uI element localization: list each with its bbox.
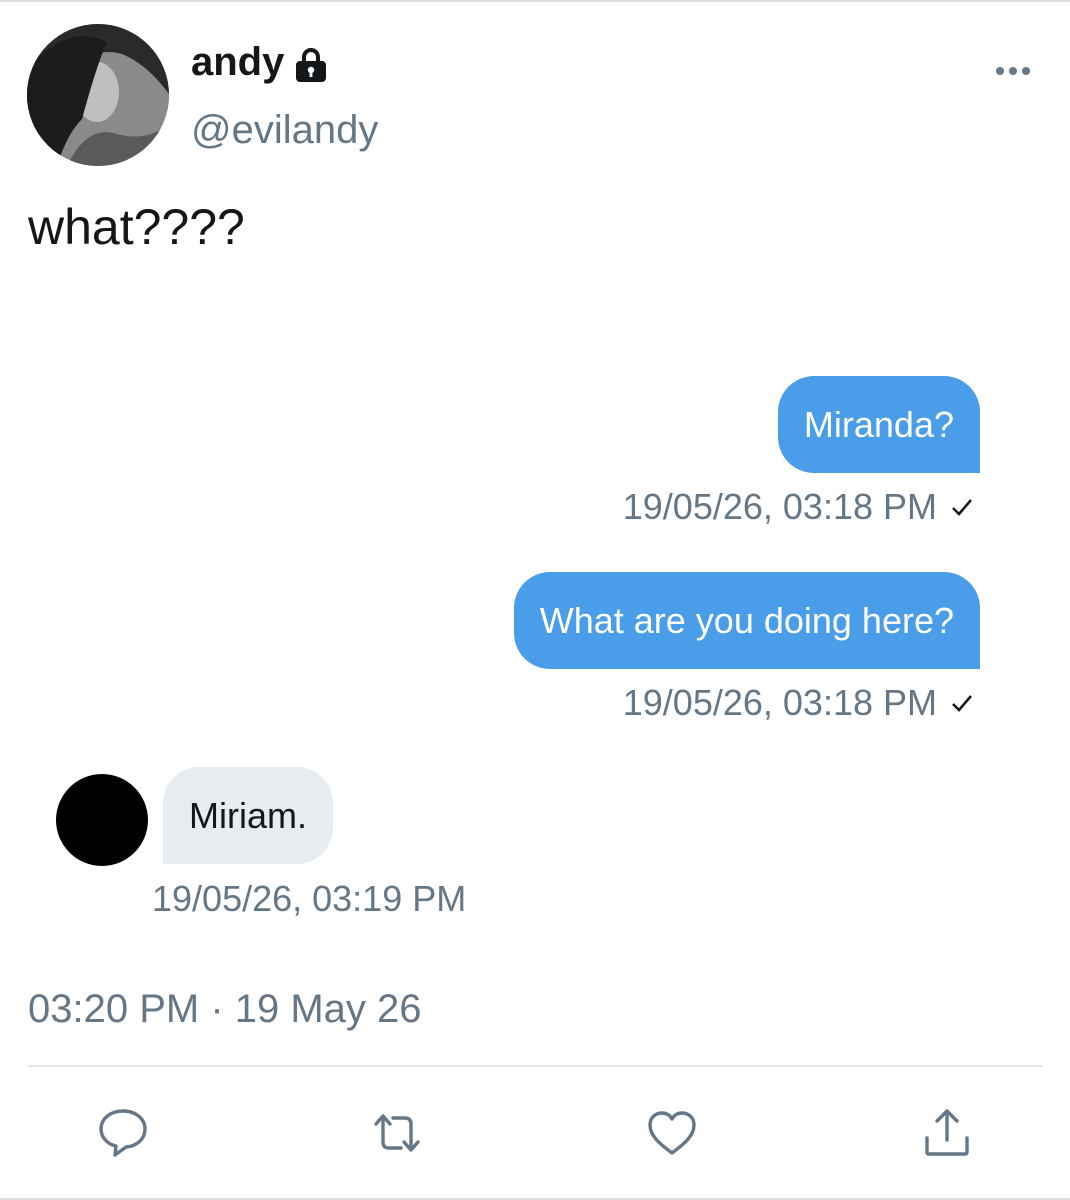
share-icon[interactable] (920, 1106, 974, 1160)
message-time: 19/05/26, 03:18 PM (622, 682, 937, 723)
tweet-timestamp[interactable]: 03:20 PM · 19 May 26 (28, 987, 422, 1032)
message-timestamp: 19/05/26, 03:18 PM (623, 486, 975, 528)
profile-avatar[interactable] (27, 24, 169, 166)
sender-avatar (56, 774, 148, 866)
message-bubble-outgoing: Miranda? (777, 376, 980, 473)
author-name[interactable]: andy (191, 40, 284, 85)
author-row: andy (191, 40, 330, 85)
check-icon (952, 499, 972, 516)
message-timestamp: 19/05/26, 03:19 PM (152, 878, 467, 919)
avatar-photo (27, 24, 169, 166)
message-bubble-incoming: Miriam. (163, 767, 333, 864)
reply-icon[interactable] (96, 1106, 150, 1160)
check-icon (952, 695, 972, 712)
tweet-card: andy @evilandy what???? Miranda? 19/05/2… (0, 0, 1070, 1200)
retweet-icon[interactable] (370, 1106, 424, 1160)
author-handle[interactable]: @evilandy (191, 108, 378, 153)
message-time: 19/05/26, 03:18 PM (622, 486, 937, 527)
like-icon[interactable] (645, 1106, 699, 1160)
lock-icon (296, 47, 327, 82)
message-bubble-outgoing: What are you doing here? (513, 572, 980, 669)
tweet-text: what???? (28, 199, 245, 255)
divider (28, 1065, 1042, 1067)
ellipsis-icon[interactable] (995, 62, 1031, 80)
message-timestamp: 19/05/26, 03:18 PM (623, 682, 975, 724)
